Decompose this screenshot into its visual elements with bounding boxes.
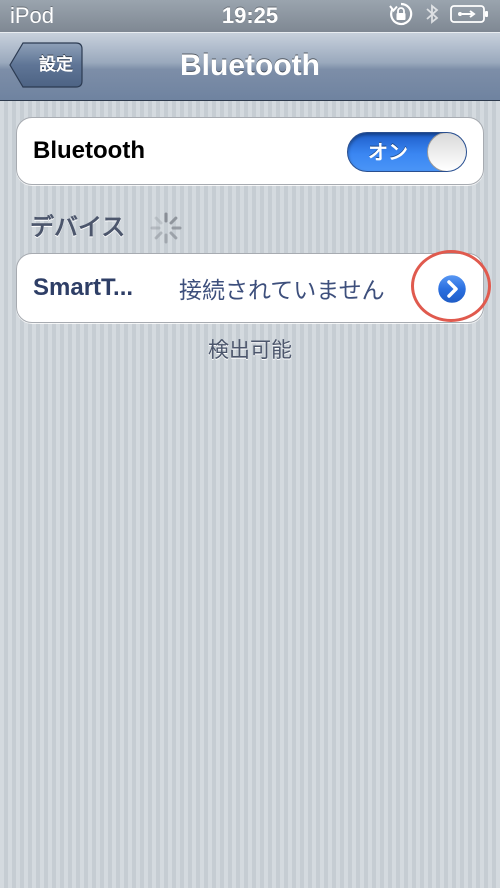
- devices-section-header: デバイス: [30, 213, 126, 241]
- clock: 19:25: [221, 3, 279, 28]
- device-name: SmartT...: [33, 274, 134, 301]
- bluetooth-icon: [424, 2, 440, 31]
- status-icons: [350, 2, 490, 31]
- switch-state-label: オン: [368, 140, 408, 164]
- activity-spinner-icon: [148, 210, 184, 250]
- bluetooth-switch[interactable]: オン: [347, 132, 467, 172]
- battery-charging-icon: [450, 4, 490, 29]
- status-bar: iPod 19:25: [0, 0, 500, 32]
- orientation-lock-icon: [388, 2, 414, 31]
- bluetooth-toggle-cell: Bluetooth オン: [16, 117, 484, 185]
- carrier-label: iPod: [10, 3, 55, 28]
- page-title: Bluetooth: [180, 49, 320, 82]
- navigation-bar: 設定 Bluetooth: [0, 32, 500, 101]
- device-status: 接続されていません: [179, 278, 385, 304]
- switch-knob: [427, 133, 466, 171]
- discoverable-label: 検出可能: [208, 338, 292, 362]
- highlight-ring-annotation: [411, 250, 491, 322]
- bluetooth-label: Bluetooth: [33, 137, 145, 164]
